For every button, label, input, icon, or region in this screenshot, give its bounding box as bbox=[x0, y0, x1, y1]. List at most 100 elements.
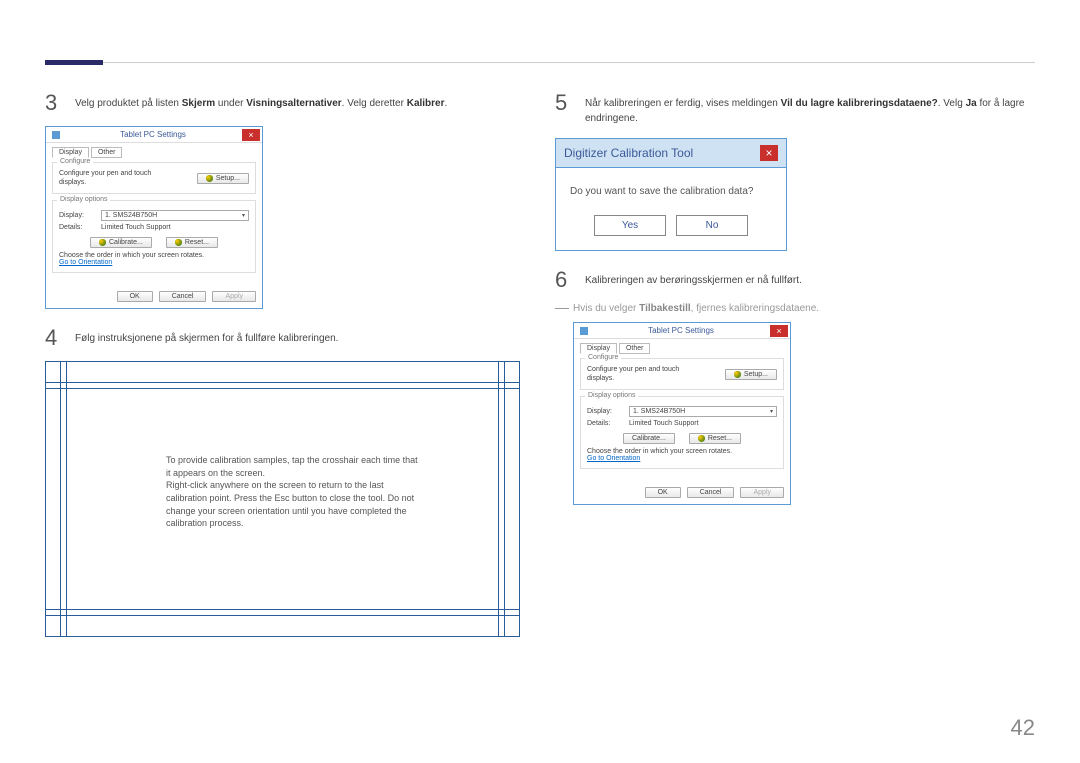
close-icon[interactable]: × bbox=[760, 145, 778, 161]
calibrate-button[interactable]: Calibrate... bbox=[90, 237, 152, 248]
calibration-screen: To provide calibration samples, tap the … bbox=[45, 361, 520, 637]
rotate-note: Choose the order in which your screen ro… bbox=[587, 448, 777, 455]
calibrate-button[interactable]: Calibrate... bbox=[623, 433, 675, 444]
button-label: Reset... bbox=[708, 435, 732, 442]
step-number: 6 bbox=[555, 269, 585, 291]
dialog-body: Display Other Configure Configure your p… bbox=[46, 143, 262, 285]
bold: Visningsalternativer bbox=[246, 98, 341, 109]
setup-button[interactable]: Setup... bbox=[197, 173, 249, 184]
apply-button[interactable]: Apply bbox=[212, 291, 256, 302]
app-icon bbox=[52, 131, 60, 139]
step-3: 3 Velg produktet på listen Skjerm under … bbox=[45, 92, 520, 114]
text: under bbox=[215, 98, 246, 109]
close-icon[interactable]: × bbox=[770, 325, 788, 337]
dialog-footer: OK Cancel Apply bbox=[46, 285, 262, 308]
details-label: Details: bbox=[59, 224, 95, 231]
shield-icon bbox=[698, 435, 705, 442]
note: Hvis du velger Tilbakestill, fjernes kal… bbox=[555, 303, 1030, 314]
text: . Velg deretter bbox=[342, 98, 407, 109]
details-value: Limited Touch Support bbox=[629, 420, 699, 427]
step-number: 4 bbox=[45, 327, 75, 349]
cancel-button[interactable]: Cancel bbox=[687, 487, 735, 498]
no-button[interactable]: No bbox=[676, 215, 748, 236]
bold: Tilbakestill bbox=[639, 303, 691, 314]
right-column: 5 Når kalibreringen er ferdig, vises mel… bbox=[555, 92, 1030, 523]
tabs: Display Other bbox=[580, 343, 784, 354]
group-label: Configure bbox=[585, 354, 621, 361]
step-number: 5 bbox=[555, 92, 585, 126]
tablet-pc-settings-dialog-2: Tablet PC Settings × Display Other Confi… bbox=[573, 322, 791, 505]
shield-icon bbox=[175, 239, 182, 246]
dialog-title: Tablet PC Settings bbox=[592, 326, 770, 335]
details-label: Details: bbox=[587, 420, 623, 427]
tablet-pc-settings-dialog: Tablet PC Settings × Display Other Confi… bbox=[45, 126, 263, 309]
text: Når kalibreringen er ferdig, vises meldi… bbox=[585, 98, 781, 109]
tab-display[interactable]: Display bbox=[52, 147, 89, 158]
reset-button[interactable]: Reset... bbox=[166, 237, 218, 248]
step-6: 6 Kalibreringen av berøringsskjermen er … bbox=[555, 269, 1030, 291]
app-icon bbox=[580, 327, 588, 335]
dialog-title: Digitizer Calibration Tool bbox=[564, 146, 760, 160]
dialog-footer: OK Cancel Apply bbox=[574, 481, 790, 504]
group-label: Display options bbox=[585, 392, 638, 399]
orientation-link[interactable]: Go to Orientation bbox=[587, 455, 640, 462]
header-rule bbox=[45, 62, 1035, 63]
dialog-titlebar: Tablet PC Settings × bbox=[46, 127, 262, 143]
step-text: Kalibreringen av berøringsskjermen er nå… bbox=[585, 269, 802, 291]
bold: Kalibrer bbox=[407, 98, 445, 109]
display-options-group: Display options Display: 1. SMS24B750H D… bbox=[52, 200, 256, 273]
tab-other[interactable]: Other bbox=[91, 147, 123, 158]
left-column: 3 Velg produktet på listen Skjerm under … bbox=[45, 92, 520, 637]
button-label: Setup... bbox=[744, 371, 768, 378]
bold: Skjerm bbox=[182, 98, 215, 109]
dialog-title: Tablet PC Settings bbox=[64, 130, 242, 139]
step-text: Når kalibreringen er ferdig, vises meldi… bbox=[585, 92, 1030, 126]
configure-text: Configure your pen and touch displays. bbox=[587, 365, 697, 383]
apply-button[interactable]: Apply bbox=[740, 487, 784, 498]
text: Hvis du velger bbox=[573, 303, 639, 314]
shield-icon bbox=[206, 175, 213, 182]
tab-display[interactable]: Display bbox=[580, 343, 617, 354]
group-label: Display options bbox=[57, 196, 110, 203]
display-label: Display: bbox=[587, 408, 623, 415]
close-icon[interactable]: × bbox=[242, 129, 260, 141]
ok-button[interactable]: OK bbox=[117, 291, 153, 302]
step-number: 3 bbox=[45, 92, 75, 114]
orientation-link[interactable]: Go to Orientation bbox=[59, 259, 112, 266]
group-label: Configure bbox=[57, 158, 93, 165]
step-4: 4 Følg instruksjonene på skjermen for å … bbox=[45, 327, 520, 349]
bold: Vil du lagre kalibreringsdataene? bbox=[781, 98, 938, 109]
dialog-body: Display Other Configure Configure your p… bbox=[574, 339, 790, 481]
reset-button[interactable]: Reset... bbox=[689, 433, 741, 444]
cancel-button[interactable]: Cancel bbox=[159, 291, 207, 302]
display-select[interactable]: 1. SMS24B750H bbox=[101, 210, 249, 221]
digitizer-dialog: Digitizer Calibration Tool × Do you want… bbox=[555, 138, 787, 251]
ok-button[interactable]: OK bbox=[645, 487, 681, 498]
text: , fjernes kalibreringsdataene. bbox=[691, 303, 819, 314]
select-value: 1. SMS24B750H bbox=[105, 212, 157, 219]
tabs: Display Other bbox=[52, 147, 256, 158]
details-value: Limited Touch Support bbox=[101, 224, 171, 231]
shield-icon bbox=[734, 371, 741, 378]
configure-group: Configure Configure your pen and touch d… bbox=[580, 358, 784, 390]
configure-group: Configure Configure your pen and touch d… bbox=[52, 162, 256, 194]
display-options-group: Display options Display: 1. SMS24B750H D… bbox=[580, 396, 784, 469]
display-select[interactable]: 1. SMS24B750H bbox=[629, 406, 777, 417]
dialog-question: Do you want to save the calibration data… bbox=[556, 168, 786, 203]
configure-text: Configure your pen and touch displays. bbox=[59, 169, 169, 187]
button-label: Calibrate... bbox=[632, 435, 666, 442]
step-text: Følg instruksjonene på skjermen for å fu… bbox=[75, 327, 338, 349]
dialog-titlebar: Digitizer Calibration Tool × bbox=[556, 139, 786, 168]
step-5: 5 Når kalibreringen er ferdig, vises mel… bbox=[555, 92, 1030, 126]
page-number: 42 bbox=[1011, 715, 1035, 741]
shield-icon bbox=[99, 239, 106, 246]
bold: Ja bbox=[966, 98, 977, 109]
button-label: Setup... bbox=[216, 175, 240, 182]
setup-button[interactable]: Setup... bbox=[725, 369, 777, 380]
select-value: 1. SMS24B750H bbox=[633, 408, 685, 415]
dialog-buttons: Yes No bbox=[556, 203, 786, 250]
step-text: Velg produktet på listen Skjerm under Vi… bbox=[75, 92, 447, 114]
button-label: Calibrate... bbox=[109, 239, 143, 246]
yes-button[interactable]: Yes bbox=[594, 215, 666, 236]
tab-other[interactable]: Other bbox=[619, 343, 651, 354]
